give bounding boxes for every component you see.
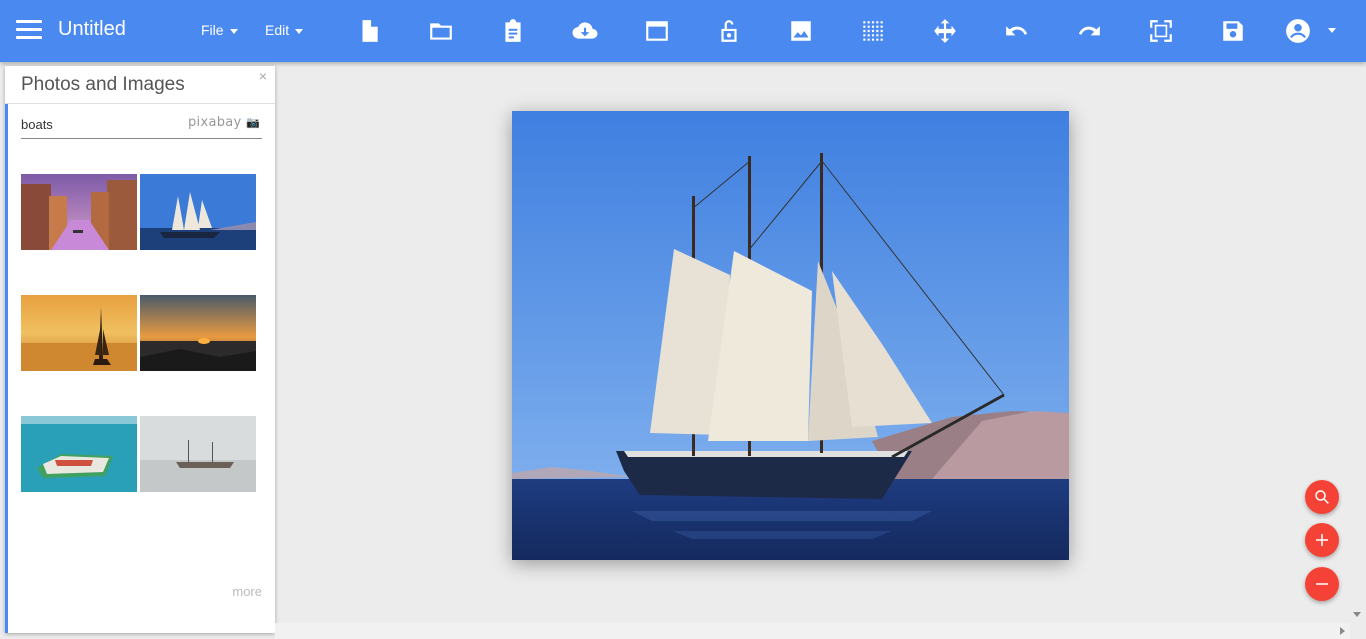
close-icon[interactable]: × [259, 68, 267, 84]
pixabay-logo: pixabay 📷 [188, 115, 260, 130]
photos-panel: Photos and Images × pixabay 📷 [5, 66, 275, 633]
thumbnail-image[interactable] [140, 174, 256, 250]
scroll-right-arrow-icon[interactable] [1340, 627, 1345, 635]
file-menu[interactable]: File [201, 22, 238, 38]
thumbnail-image[interactable] [21, 174, 137, 250]
main-canvas-image[interactable] [512, 111, 1069, 560]
thumbnail-image[interactable] [21, 416, 137, 492]
account-icon[interactable] [1281, 14, 1315, 48]
account-dropdown-icon[interactable] [1328, 28, 1336, 33]
edit-menu[interactable]: Edit [265, 22, 304, 38]
redo-icon[interactable] [1072, 14, 1106, 48]
thumbnail-image[interactable] [140, 416, 256, 492]
scroll-down-arrow-icon[interactable] [1353, 612, 1361, 617]
undo-icon[interactable] [1000, 14, 1034, 48]
grid-icon[interactable] [856, 14, 890, 48]
clipboard-icon[interactable] [496, 14, 530, 48]
zoom-out-icon[interactable] [1305, 567, 1339, 601]
horizontal-scrollbar[interactable] [275, 623, 1350, 639]
document-title[interactable]: Untitled [58, 18, 126, 41]
folder-icon[interactable] [424, 14, 458, 48]
new-file-icon[interactable] [352, 14, 386, 48]
image-icon[interactable] [784, 14, 818, 48]
thumbnail-image[interactable] [21, 295, 137, 371]
search-underline [21, 138, 262, 139]
search-input[interactable] [21, 114, 191, 134]
panel-divider [5, 103, 275, 104]
zoom-in-icon[interactable] [1305, 523, 1339, 557]
save-icon[interactable] [1216, 14, 1250, 48]
more-link[interactable]: more [232, 584, 262, 599]
top-app-bar: Untitled File Edit [0, 0, 1366, 62]
cloud-download-icon[interactable] [568, 14, 602, 48]
thumbnail-image[interactable] [140, 295, 256, 371]
panel-title: Photos and Images [21, 74, 185, 95]
move-icon[interactable] [928, 14, 962, 48]
lock-open-icon[interactable] [712, 14, 746, 48]
panel-accent-bar [5, 104, 8, 633]
window-icon[interactable] [640, 14, 674, 48]
zoom-icon[interactable] [1305, 480, 1339, 514]
fullscreen-icon[interactable] [1144, 14, 1178, 48]
hamburger-menu-icon[interactable] [16, 20, 42, 40]
